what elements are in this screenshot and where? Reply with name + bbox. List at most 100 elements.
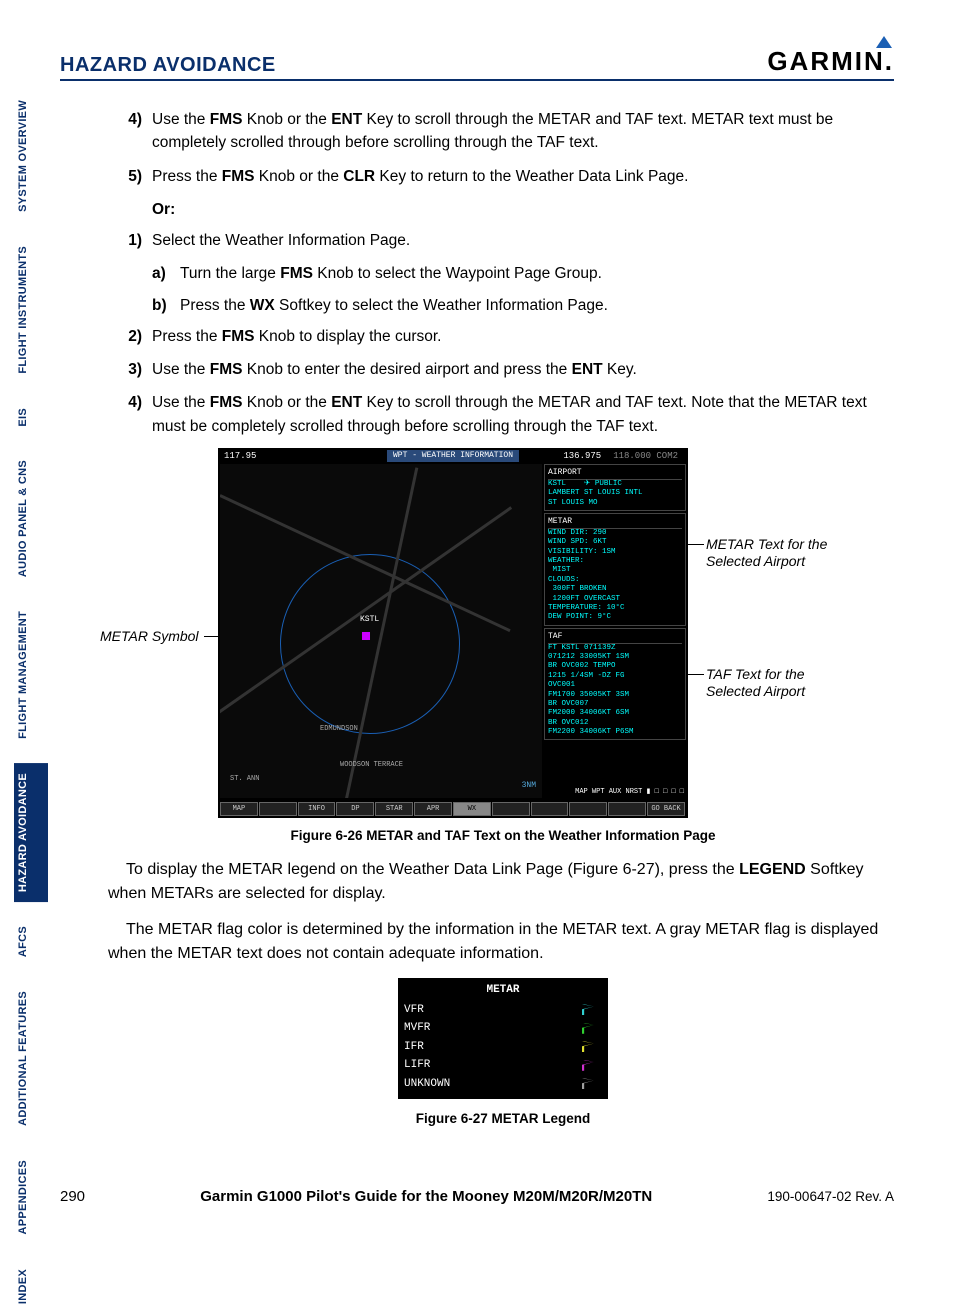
softkey-blank (569, 802, 607, 816)
softkey-blank (608, 802, 646, 816)
nav-tab-flight-management[interactable]: FLIGHT MANAGEMENT (14, 601, 48, 749)
metar-text: WIND DIR: 290 WIND SPD: 6KT VISIBILITY: … (548, 529, 682, 623)
legend-row-mvfr: MVFR (404, 1019, 602, 1038)
step-number: 3) (118, 358, 152, 381)
nav-tab-appendices[interactable]: APPENDICES (14, 1150, 48, 1245)
content-area: 4)Use the FMS Knob or the ENT Key to scr… (118, 108, 888, 1129)
paragraph-flag-color: The METAR flag color is determined by th… (108, 918, 888, 966)
substep-letter: b) (152, 294, 180, 317)
legend-title: METAR (404, 982, 602, 999)
taf-text: FT KSTL 071139Z 071212 33005KT 1SM BR OV… (548, 644, 682, 738)
metar-flag-icon (362, 632, 370, 640)
freq-right1: 136.975 (559, 450, 605, 464)
airport-name: LAMBERT ST LOUIS INTL (548, 489, 682, 498)
legend-label: IFR (404, 1039, 424, 1056)
substep-text: Press the WX Softkey to select the Weath… (180, 294, 608, 317)
step-number: 5) (118, 165, 152, 188)
substep: b)Press the WX Softkey to select the Wea… (152, 294, 888, 317)
info-sidebar: AIRPORT KSTL ✈ PUBLIC LAMBERT ST LOUIS I… (544, 464, 686, 798)
step: 4)Use the FMS Knob or the ENT Key to scr… (118, 391, 888, 438)
legend-label: MVFR (404, 1020, 430, 1037)
page-group-status: MAP WPT AUX NRST ▮ □ □ □ □ (575, 787, 684, 798)
softkey-wx: WX (453, 802, 491, 816)
or-label: Or: (152, 198, 888, 221)
softkey-blank (259, 802, 297, 816)
flag-icon (582, 1060, 594, 1071)
nav-tab-index[interactable]: INDEX (14, 1259, 48, 1314)
map-label: EDMUNDSON (320, 724, 358, 735)
legend-row-ifr: IFR (404, 1038, 602, 1057)
softkey-blank (492, 802, 530, 816)
freq-right2: 118.000 COM2 (609, 450, 682, 464)
substep: a)Turn the large FMS Knob to select the … (152, 262, 888, 285)
taf-box: TAF FT KSTL 071139Z 071212 33005KT 1SM B… (544, 628, 686, 741)
freq-left: 117.95 (220, 450, 260, 464)
step-text: Select the Weather Information Page. (152, 229, 888, 252)
step: 3)Use the FMS Knob to enter the desired … (118, 358, 888, 381)
callout-taf-text: TAF Text for the Selected Airport (706, 666, 856, 700)
softkey-info: INFO (298, 802, 336, 816)
softkey-map: MAP (220, 802, 258, 816)
callout-metar-symbol: METAR Symbol (100, 628, 199, 645)
figure-image-wx-page: 117.95 WPT - WEATHER INFORMATION 136.975… (218, 448, 688, 818)
nav-tab-flight-instruments[interactable]: FLIGHT INSTRUMENTS (14, 236, 48, 384)
section-title: HAZARD AVOIDANCE (60, 54, 276, 77)
softkey-apr: APR (414, 802, 452, 816)
airport-city: ST LOUIS MO (548, 499, 682, 508)
step: 2)Press the FMS Knob to display the curs… (118, 325, 888, 348)
figure-627-wrap: METAR VFRMVFR IFRLIFR UNKNOWN Figure 6-27 … (398, 978, 608, 1129)
metar-header: METAR (548, 516, 682, 529)
softkey-star: STAR (375, 802, 413, 816)
airport-label-kstl: KSTL (360, 614, 379, 626)
nav-tab-additional-features[interactable]: ADDITIONAL FEATURES (14, 981, 48, 1136)
fig-topbar: 117.95 WPT - WEATHER INFORMATION 136.975… (220, 450, 686, 464)
legend-label: VFR (404, 1002, 424, 1019)
nav-tab-hazard-avoidance[interactable]: HAZARD AVOIDANCE (14, 763, 48, 902)
range-ring (280, 554, 460, 734)
legend-label: UNKNOWN (404, 1076, 450, 1093)
legend-row-lifr: LIFR (404, 1056, 602, 1075)
flag-icon (582, 1041, 594, 1052)
substep-text: Turn the large FMS Knob to select the Wa… (180, 262, 602, 285)
step-number: 1) (118, 229, 152, 252)
nav-tab-afcs[interactable]: AFCS (14, 916, 48, 967)
step: 4)Use the FMS Knob or the ENT Key to scr… (118, 108, 888, 155)
garmin-logo: GARMIN. (767, 46, 894, 77)
step-text: Use the FMS Knob or the ENT Key to scrol… (152, 108, 888, 155)
legend-label: LIFR (404, 1057, 430, 1074)
step-text: Press the FMS Knob to display the cursor… (152, 325, 888, 348)
taf-header: TAF (548, 631, 682, 644)
nav-tab-audio-panel-cns[interactable]: AUDIO PANEL & CNS (14, 450, 48, 587)
page-header: HAZARD AVOIDANCE GARMIN. (60, 46, 894, 81)
nav-tab-eis[interactable]: EIS (14, 398, 48, 437)
metar-box: METAR WIND DIR: 290 WIND SPD: 6KT VISIBI… (544, 513, 686, 626)
step-number: 4) (118, 391, 152, 438)
logo-text: GARMIN (767, 46, 884, 77)
flag-icon (582, 1023, 594, 1034)
softkey-dp: DP (336, 802, 374, 816)
airport-code: KSTL (548, 480, 566, 488)
map-display: KSTL EDMUNDSON WOODSON TERRACE ST. ANN 3… (220, 464, 542, 798)
airport-box: AIRPORT KSTL ✈ PUBLIC LAMBERT ST LOUIS I… (544, 464, 686, 511)
metar-legend-box: METAR VFRMVFR IFRLIFR UNKNOWN (398, 978, 608, 1099)
softkey-go back: GO BACK (647, 802, 685, 816)
figure-627-caption: Figure 6-27 METAR Legend (398, 1109, 608, 1129)
nav-tab-system-overview[interactable]: SYSTEM OVERVIEW (14, 90, 48, 222)
side-tabs: SYSTEM OVERVIEW FLIGHT INSTRUMENTS EIS AUDI… (14, 90, 48, 1314)
logo-dot: . (885, 46, 894, 77)
step-text: Use the FMS Knob or the ENT Key to scrol… (152, 391, 888, 438)
step: 5)Press the FMS Knob or the CLR Key to r… (118, 165, 888, 188)
logo-triangle-icon (876, 36, 892, 48)
step-text: Use the FMS Knob to enter the desired ai… (152, 358, 888, 381)
step-text: Press the FMS Knob or the CLR Key to ret… (152, 165, 888, 188)
softkey-bar: MAP INFODPSTARAPRWX GO BACK (220, 802, 686, 816)
substep-letter: a) (152, 262, 180, 285)
map-label: ST. ANN (230, 774, 259, 785)
footer-title: Garmin G1000 Pilot's Guide for the Moone… (200, 1188, 652, 1205)
legend-row-unknown: UNKNOWN (404, 1075, 602, 1094)
flag-icon (582, 1004, 594, 1015)
callout-metar-text: METAR Text for the Selected Airport (706, 536, 856, 570)
airport-header: AIRPORT (548, 467, 682, 480)
page-number: 290 (60, 1188, 85, 1205)
figure-626-caption: Figure 6-26 METAR and TAF Text on the We… (108, 826, 898, 846)
